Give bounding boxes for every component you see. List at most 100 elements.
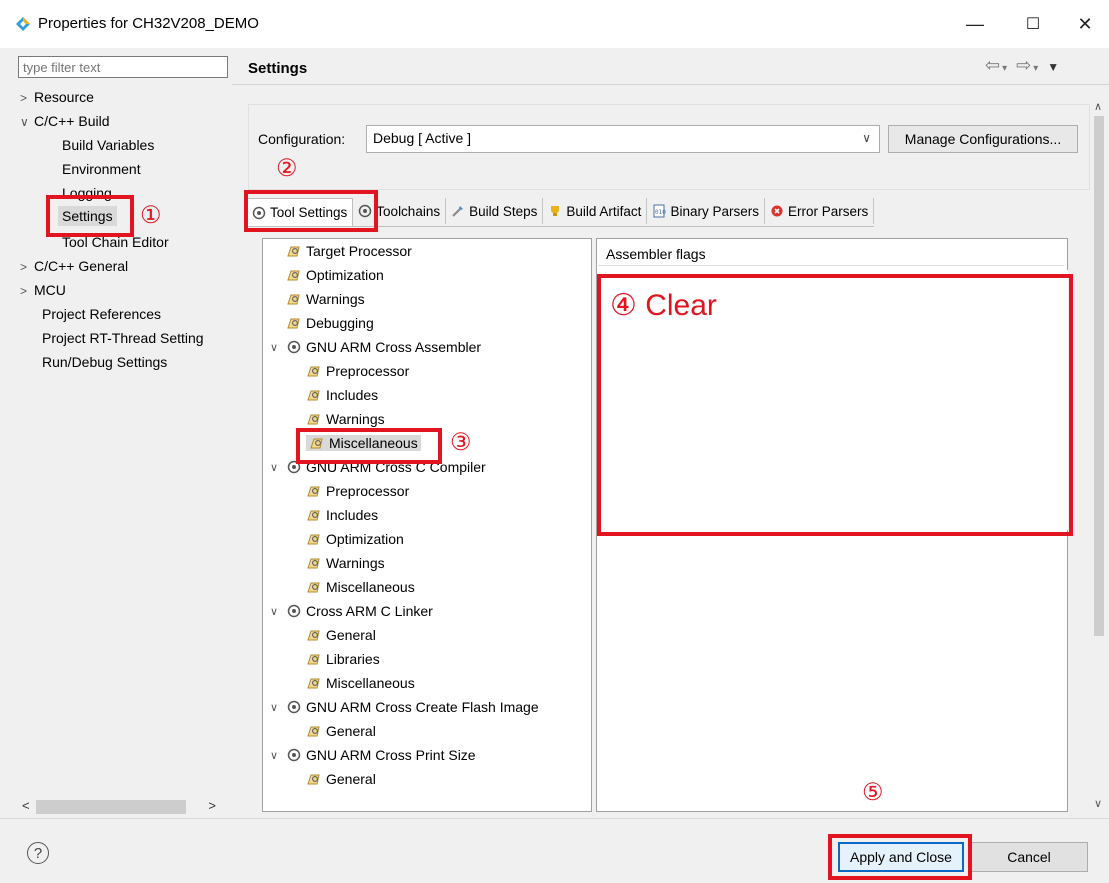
tree-item-ps-general[interactable]: General (306, 771, 376, 787)
tree-item-target-processor[interactable]: Target Processor (286, 243, 412, 259)
nav-item-mcu[interactable]: > MCU (20, 282, 66, 298)
window-title: Properties for CH32V208_DEMO (38, 15, 259, 32)
scroll-down-icon[interactable]: ∨ (1094, 797, 1102, 810)
tree-item-cc-warnings[interactable]: Warnings (306, 555, 385, 571)
configuration-value: Debug [ Active ] (373, 130, 472, 146)
option-page-icon (306, 723, 322, 739)
page-title: Settings (248, 60, 308, 77)
annotation-step-4: ④ Clear (610, 289, 717, 322)
tree-item-asm-preprocessor[interactable]: Preprocessor (306, 363, 409, 379)
scroll-right-icon[interactable]: > (208, 798, 216, 813)
scroll-thumb[interactable] (36, 800, 186, 814)
tab-build-artifact[interactable]: Build Artifact (543, 198, 648, 224)
annotation-box-apply (828, 834, 972, 880)
option-page-icon (306, 651, 322, 667)
option-page-icon (306, 771, 322, 787)
nav-item-cc-build[interactable]: ∨ C/C++ Build (20, 113, 109, 129)
tree-item-print-size[interactable]: ∨ GNU ARM Cross Print Size (270, 747, 476, 763)
option-page-icon (306, 675, 322, 691)
filter-input[interactable] (18, 56, 228, 78)
tool-gear-icon (286, 699, 302, 715)
chevron-down-icon[interactable]: ∨ (270, 341, 282, 354)
nav-item-cc-general[interactable]: > C/C++ General (20, 258, 128, 274)
annotation-box-settings (46, 195, 134, 237)
tree-item-cc-misc[interactable]: Miscellaneous (306, 579, 415, 595)
tree-item-cc-preprocessor[interactable]: Preprocessor (306, 483, 409, 499)
app-icon (16, 17, 30, 31)
nav-horizontal-scrollbar[interactable]: < > (18, 798, 222, 816)
view-menu-icon[interactable]: ▼ (1047, 60, 1061, 74)
option-page-icon (306, 363, 322, 379)
vertical-scrollbar[interactable]: ∧ ∨ (1090, 100, 1108, 810)
tree-item-debugging[interactable]: Debugging (286, 315, 374, 331)
tool-gear-icon (286, 603, 302, 619)
chevron-down-icon[interactable]: ∨ (270, 701, 282, 714)
forward-menu-icon[interactable]: ▾ (1033, 63, 1040, 74)
nav-item-run-debug[interactable]: Run/Debug Settings (42, 354, 167, 370)
tree-item-linker[interactable]: ∨ Cross ARM C Linker (270, 603, 433, 619)
tab-build-steps[interactable]: Build Steps (446, 198, 544, 224)
configuration-select[interactable]: Debug [ Active ] ∨ (366, 125, 880, 153)
option-page-icon (286, 243, 302, 259)
footer-divider (0, 818, 1109, 819)
tool-gear-icon (286, 339, 302, 355)
flags-divider (598, 265, 1064, 266)
option-page-icon (306, 387, 322, 403)
nav-item-resource[interactable]: > Resource (20, 89, 94, 105)
history-nav[interactable]: ⇦▾ ⇨▾ ▼ (985, 55, 1061, 76)
nav-item-build-variables[interactable]: Build Variables (62, 137, 154, 153)
chevron-down-icon[interactable]: ∨ (20, 115, 34, 129)
scroll-up-icon[interactable]: ∧ (1094, 100, 1102, 113)
option-page-icon (306, 411, 322, 427)
chevron-right-icon[interactable]: > (20, 91, 34, 105)
tab-error-parsers[interactable]: Error Parsers (764, 198, 875, 224)
tree-item-cc-includes[interactable]: Includes (306, 507, 378, 523)
tree-item-flash[interactable]: ∨ GNU ARM Cross Create Flash Image (270, 699, 539, 715)
chevron-down-icon: ∨ (862, 131, 871, 145)
chevron-down-icon[interactable]: ∨ (270, 461, 282, 474)
cancel-button[interactable]: Cancel (970, 842, 1088, 872)
forward-arrow-icon[interactable]: ⇨ (1016, 55, 1033, 75)
annotation-step-5: ⑤ (862, 779, 884, 806)
nav-item-project-references[interactable]: Project References (42, 306, 161, 322)
back-arrow-icon[interactable]: ⇦ (985, 55, 1002, 75)
option-page-icon (286, 291, 302, 307)
back-menu-icon[interactable]: ▾ (1002, 63, 1009, 74)
maximize-button[interactable]: ☐ (1010, 0, 1056, 48)
nav-item-environment[interactable]: Environment (62, 161, 141, 177)
chevron-right-icon[interactable]: > (20, 284, 34, 298)
scroll-left-icon[interactable]: < (22, 798, 30, 813)
header-divider (232, 84, 1109, 85)
minimize-button[interactable]: — (952, 0, 998, 48)
chevron-down-icon[interactable]: ∨ (270, 749, 282, 762)
tool-gear-icon (286, 747, 302, 763)
svg-text:010: 010 (655, 209, 666, 216)
option-page-icon (306, 627, 322, 643)
option-page-icon (306, 555, 322, 571)
manage-configurations-button[interactable]: Manage Configurations... (888, 125, 1078, 153)
annotation-box-miscellaneous (296, 428, 442, 464)
close-button[interactable]: ✕ (1062, 0, 1108, 48)
tree-item-warnings[interactable]: Warnings (286, 291, 365, 307)
option-page-icon (286, 315, 302, 331)
tree-item-ld-misc[interactable]: Miscellaneous (306, 675, 415, 691)
tree-item-assembler[interactable]: ∨ GNU ARM Cross Assembler (270, 339, 481, 355)
tree-item-ld-libraries[interactable]: Libraries (306, 651, 380, 667)
chevron-right-icon[interactable]: > (20, 260, 34, 274)
annotation-box-tool-settings (244, 190, 378, 232)
chevron-down-icon[interactable]: ∨ (270, 605, 282, 618)
tree-item-asm-warnings[interactable]: Warnings (306, 411, 385, 427)
nav-item-project-rtthread[interactable]: Project RT-Thread Setting (42, 330, 224, 346)
tab-binary-parsers[interactable]: 010 Binary Parsers (647, 198, 765, 224)
tree-item-cc-optimization[interactable]: Optimization (306, 531, 404, 547)
tree-item-flash-general[interactable]: General (306, 723, 376, 739)
error-icon (771, 205, 783, 217)
annotation-step-2: ② (276, 155, 298, 182)
build-steps-icon (452, 206, 464, 217)
scroll-thumb[interactable] (1094, 116, 1104, 636)
configuration-label: Configuration: (258, 131, 346, 147)
help-icon[interactable]: ? (27, 842, 49, 864)
tree-item-ld-general[interactable]: General (306, 627, 376, 643)
tree-item-optimization[interactable]: Optimization (286, 267, 384, 283)
tree-item-asm-includes[interactable]: Includes (306, 387, 378, 403)
